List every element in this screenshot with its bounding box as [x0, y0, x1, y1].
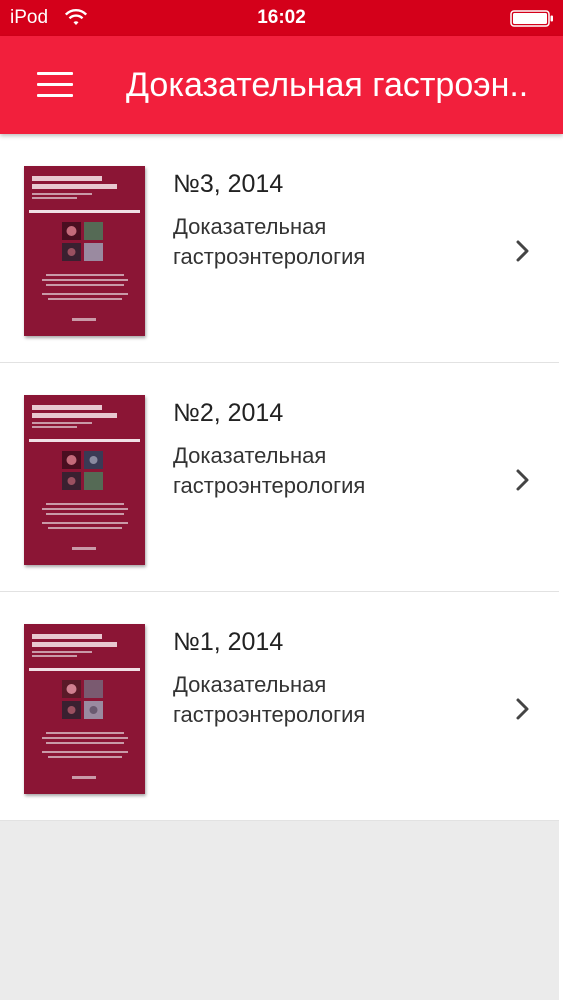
journal-cover-image — [24, 624, 145, 794]
chevron-right-icon[interactable] — [515, 239, 531, 263]
issue-journal-name: Доказательная гастроэнтерология — [173, 214, 366, 269]
app-bar: Доказательная гастроэн.. — [0, 36, 563, 134]
status-time: 16:02 — [257, 7, 306, 28]
issue-item[interactable]: №1, 2014 Доказательная гастроэнтерология — [0, 592, 559, 821]
issue-item[interactable]: №3, 2014 Доказательная гастроэнтерология — [0, 134, 559, 363]
hamburger-icon[interactable] — [37, 70, 75, 100]
status-bar: iPod 16:02 — [0, 0, 563, 36]
journal-cover-image — [24, 395, 145, 565]
issue-journal-name: Доказательная гастроэнтерология — [173, 443, 366, 498]
battery-icon — [510, 10, 553, 27]
issue-list: №3, 2014 Доказательная гастроэнтерология — [0, 134, 559, 821]
journal-cover-image — [24, 166, 145, 336]
issue-title: №2, 2014 — [173, 399, 284, 427]
chevron-right-icon[interactable] — [515, 468, 531, 492]
scrollbar[interactable] — [559, 134, 563, 1000]
issue-title: №1, 2014 — [173, 628, 284, 656]
issue-journal-name: Доказательная гастроэнтерология — [173, 672, 366, 727]
chevron-right-icon[interactable] — [515, 697, 531, 721]
issue-title: №3, 2014 — [173, 170, 284, 198]
page-title: Доказательная гастроэн.. — [126, 66, 529, 104]
issue-item[interactable]: №2, 2014 Доказательная гастроэнтерология — [0, 363, 559, 592]
